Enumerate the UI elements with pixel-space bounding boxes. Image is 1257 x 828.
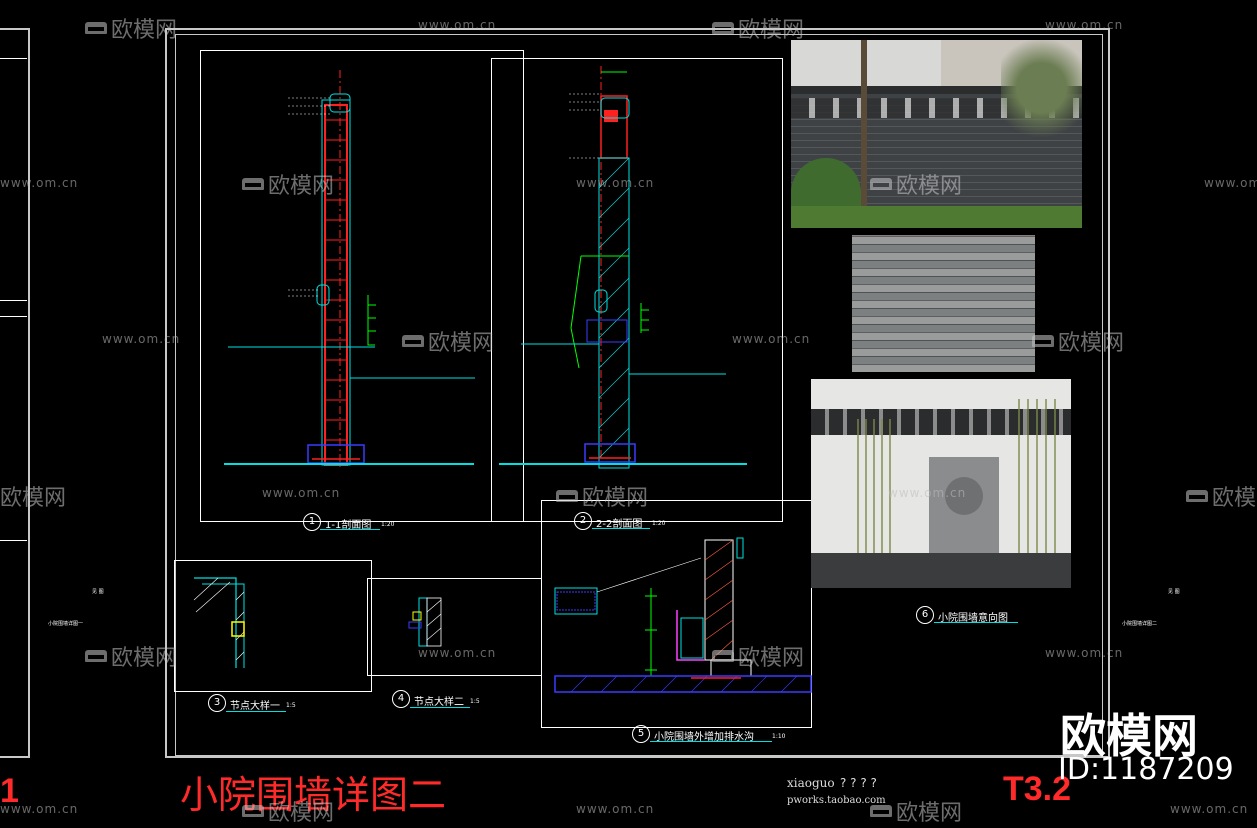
watermark-logo: 欧模网	[242, 168, 334, 200]
drawing-4-title: 节点大样二	[414, 697, 464, 708]
drawing-3-title: 节点大样一	[230, 701, 280, 712]
watermark-url: www.om.cn	[732, 332, 811, 346]
sofa-icon	[85, 650, 107, 662]
drawing-1-scale: 1:20	[381, 521, 395, 528]
watermark-url: www.om.cn	[1045, 18, 1124, 32]
tree-trunk	[861, 40, 867, 228]
drawing-1-number: 1	[303, 513, 321, 531]
watermark-url: www.om.cn	[1170, 802, 1249, 816]
drawing-3-scale: 1:5	[286, 702, 296, 709]
detail-1-drawing	[193, 577, 245, 668]
watermark-url: www.om.cn	[1045, 646, 1124, 660]
watermark-url: www.om.cn	[888, 486, 967, 500]
left-sheet-rule	[0, 316, 27, 317]
watermark-logo: 欧模网	[85, 640, 177, 672]
watermark-logo: 欧模网	[85, 12, 177, 44]
watermark-logo: 欧模网	[712, 640, 804, 672]
lawn	[791, 206, 1082, 228]
watermark-url: www.om.cn	[0, 802, 79, 816]
foliage	[1001, 40, 1082, 160]
watermark-logo: 欧模网	[870, 168, 962, 200]
drawing-4-number: 4	[392, 690, 410, 708]
question-marks: ? ? ? ?	[840, 776, 877, 790]
sofa-icon	[1032, 335, 1054, 347]
watermark-url: www.om.cn	[418, 646, 497, 660]
sofa-icon	[1186, 490, 1208, 502]
sofa-icon	[712, 650, 734, 662]
brick-texture-photo	[852, 235, 1035, 372]
section-1-drawing	[224, 70, 475, 470]
drawing-3-number: 3	[208, 694, 226, 712]
side-note-left-top: 见 图	[92, 589, 104, 595]
watermark-url: www.om.cn	[102, 332, 181, 346]
drawing-1-underline	[320, 529, 380, 530]
drawing-6-underline	[934, 622, 1018, 623]
sofa-icon	[242, 178, 264, 190]
bamboo-left	[851, 419, 891, 569]
sofa-icon	[556, 490, 578, 502]
left-sheet-rule	[0, 540, 27, 541]
watermark-logo: 欧模网	[0, 486, 67, 511]
watermark-url: www.om.cn	[0, 176, 79, 190]
courtyard-wall-photo	[811, 379, 1071, 588]
watermark-logo: 欧模网	[870, 795, 962, 827]
side-note-right-bottom: 小院围墙详图二	[1122, 621, 1158, 627]
bamboo-right	[1011, 399, 1061, 569]
section-2-drawing	[499, 66, 747, 469]
left-sheet-border	[0, 28, 30, 758]
watermark-logo: 欧模网	[1186, 480, 1257, 512]
watermark-url: www.om.cn	[576, 802, 655, 816]
sofa-icon	[402, 335, 424, 347]
watermark-url: www.om.cn	[418, 18, 497, 32]
detail-2-drawing	[408, 597, 442, 647]
drainage-drawing	[554, 537, 812, 693]
watermark-logo: 欧模网	[712, 12, 804, 44]
sofa-icon	[85, 22, 107, 34]
sofa-icon	[712, 22, 734, 34]
watermark-logo: 欧模网	[1032, 325, 1124, 357]
paved-ground	[811, 553, 1071, 588]
sofa-icon	[870, 805, 892, 817]
drawing-5-underline	[650, 741, 772, 742]
side-note-left-bottom: 小院围墙详图一	[48, 621, 84, 627]
sofa-icon	[242, 805, 264, 817]
model-id: ID:1187209	[1058, 752, 1234, 787]
drawing-4-scale: 1:5	[470, 698, 480, 705]
watermark-logo: 欧模网	[402, 325, 494, 357]
left-sheet-rule	[0, 58, 27, 59]
drawing-6-number: 6	[916, 606, 934, 624]
drawing-4-underline	[410, 707, 470, 708]
watermark-url: www.om.cn	[576, 176, 655, 190]
side-note-right-top: 见 图	[1168, 589, 1180, 595]
watermark-logo: 欧模网	[556, 480, 648, 512]
drawing-5-scale: 1:10	[772, 733, 786, 740]
sofa-icon	[870, 178, 892, 190]
drawing-5-number: 5	[632, 725, 650, 743]
left-sheet-rule	[0, 300, 27, 301]
designer-name: xiaoguo	[787, 776, 835, 790]
watermark-logo: 欧模网	[242, 795, 334, 827]
watermark-url: www.om.cn	[262, 486, 341, 500]
drawing-3-underline	[226, 711, 286, 712]
watermark-url: www.om.cn	[1204, 176, 1257, 190]
